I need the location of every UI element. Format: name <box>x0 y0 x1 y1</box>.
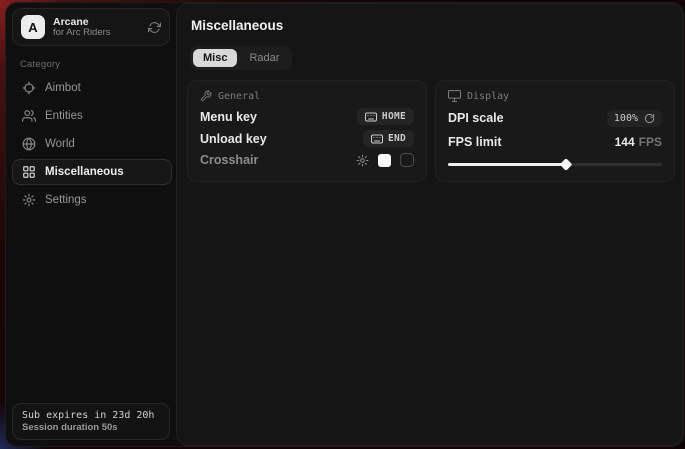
menu-key-row: Menu key HOME <box>200 106 414 128</box>
sidebar-item-label: Miscellaneous <box>45 166 124 178</box>
crosshair-icon <box>22 81 36 95</box>
general-card-header: General <box>200 90 414 102</box>
crosshair-checkbox[interactable] <box>400 153 414 167</box>
fps-limit-label: FPS limit <box>448 135 501 149</box>
display-card: Display DPI scale 100% FPS limit 144 FPS <box>435 80 675 182</box>
users-icon <box>22 109 36 123</box>
general-card-title: General <box>218 91 260 102</box>
sub-expires-text: Sub expires in 23d 20h <box>22 410 160 421</box>
keyboard-icon <box>365 112 377 122</box>
display-card-title: Display <box>467 91 509 102</box>
slider-fill <box>448 163 566 166</box>
cycle-icon <box>644 113 655 124</box>
grid-icon <box>22 165 36 179</box>
general-card: General Menu key HOME Unload key <box>187 80 427 182</box>
fps-limit-value: 144 <box>615 135 635 149</box>
menu-key-label: Menu key <box>200 110 257 124</box>
gear-icon <box>22 193 36 207</box>
sidebar-item-miscellaneous[interactable]: Miscellaneous <box>12 159 172 185</box>
cards-row: General Menu key HOME Unload key <box>187 80 675 182</box>
tab-radar[interactable]: Radar <box>239 49 289 67</box>
unload-key-value: END <box>388 133 406 144</box>
sidebar-item-world[interactable]: World <box>12 131 172 157</box>
dpi-scale-selector[interactable]: 100% <box>607 110 662 127</box>
subscription-card: Sub expires in 23d 20h Session duration … <box>12 403 170 440</box>
brand-logo: A <box>21 15 45 39</box>
unload-key-bind-button[interactable]: END <box>363 130 414 147</box>
crosshair-settings-gear-icon[interactable] <box>356 154 369 167</box>
menu-key-value: HOME <box>382 111 406 122</box>
dpi-scale-row: DPI scale 100% <box>448 106 662 130</box>
sidebar: A Arcane for Arc Riders Category Aimbot <box>6 3 177 446</box>
sidebar-nav: Aimbot Entities World Miscellaneous <box>12 75 172 213</box>
crosshair-controls <box>356 153 414 167</box>
page-title: Miscellaneous <box>191 18 283 33</box>
keyboard-icon <box>371 134 383 144</box>
brand-text: Arcane for Arc Riders <box>53 16 140 39</box>
tab-misc[interactable]: Misc <box>193 49 237 67</box>
display-card-header: Display <box>448 90 662 102</box>
sidebar-item-label: Settings <box>45 194 87 206</box>
sidebar-item-settings[interactable]: Settings <box>12 187 172 213</box>
app-window: A Arcane for Arc Riders Category Aimbot <box>5 2 684 447</box>
menu-key-bind-button[interactable]: HOME <box>357 108 414 125</box>
brand-card: A Arcane for Arc Riders <box>12 8 170 46</box>
brand-title: Arcane <box>53 16 140 28</box>
fps-limit-row: FPS limit 144 FPS <box>448 130 662 154</box>
sidebar-item-entities[interactable]: Entities <box>12 103 172 129</box>
brand-subtitle: for Arc Riders <box>53 28 140 39</box>
category-label: Category <box>20 59 60 70</box>
sidebar-item-aimbot[interactable]: Aimbot <box>12 75 172 101</box>
crosshair-color-swatch[interactable] <box>378 154 391 167</box>
wrench-icon <box>200 90 212 102</box>
main-panel: Miscellaneous Misc Radar General Menu ke… <box>176 3 683 446</box>
globe-icon <box>22 137 36 151</box>
sidebar-item-label: World <box>45 138 75 150</box>
session-duration-text: Session duration 50s <box>22 422 160 433</box>
sidebar-item-label: Aimbot <box>45 82 81 94</box>
fps-limit-unit: FPS <box>639 135 662 149</box>
fps-limit-value-group: 144 FPS <box>615 133 662 151</box>
dpi-scale-value: 100% <box>614 113 638 124</box>
fps-limit-slider[interactable] <box>448 158 662 170</box>
tab-bar: Misc Radar <box>190 46 292 70</box>
slider-thumb[interactable] <box>559 158 572 171</box>
unload-key-label: Unload key <box>200 132 267 146</box>
sidebar-item-label: Entities <box>45 110 83 122</box>
refresh-icon[interactable] <box>148 21 161 34</box>
unload-key-row: Unload key END <box>200 128 414 150</box>
crosshair-row: Crosshair <box>200 149 414 171</box>
crosshair-label: Crosshair <box>200 153 258 167</box>
dpi-scale-label: DPI scale <box>448 111 504 125</box>
monitor-icon <box>448 90 461 102</box>
